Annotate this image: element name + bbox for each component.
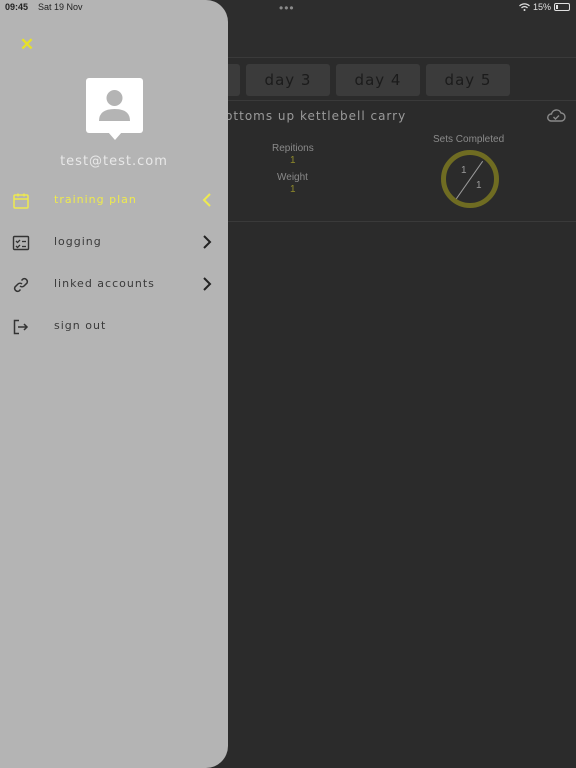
tab-day-5-label: Day 5 bbox=[444, 71, 492, 89]
exercise-title: RT BOTTOMS UP KETTLEBELL CARRY bbox=[200, 109, 407, 123]
checklist-icon bbox=[12, 235, 30, 251]
nav-item-logging[interactable]: Logging bbox=[0, 228, 228, 256]
nav-label-training-plan: Training Plan bbox=[54, 193, 137, 206]
chevron-left-icon bbox=[202, 193, 211, 207]
link-icon bbox=[13, 277, 29, 293]
cloud-check-icon[interactable] bbox=[546, 109, 566, 128]
multitasking-dots[interactable]: ••• bbox=[279, 1, 295, 15]
wifi-icon bbox=[519, 3, 530, 11]
battery-icon bbox=[554, 3, 570, 11]
avatar[interactable] bbox=[86, 78, 143, 140]
sets-total-value: 1 bbox=[476, 180, 482, 191]
close-icon[interactable]: ✕ bbox=[18, 36, 36, 54]
nav-label-sign-out: Sign Out bbox=[54, 319, 107, 332]
tab-day-4[interactable]: Day 4 bbox=[336, 64, 420, 96]
chevron-right-icon bbox=[203, 277, 212, 291]
nav-item-training-plan[interactable]: Training Plan bbox=[0, 186, 228, 214]
tab-day-5[interactable]: Day 5 bbox=[426, 64, 510, 96]
calendar-icon bbox=[13, 193, 29, 209]
side-drawer: ✕ TEST@TEST.COM Training Plan Logging bbox=[0, 0, 228, 768]
repetitions-value: 1 bbox=[290, 155, 296, 166]
sign-out-icon bbox=[13, 319, 29, 335]
tab-day-4-label: Day 4 bbox=[354, 71, 402, 89]
weight-label: Weight bbox=[277, 172, 308, 183]
status-time: 09:45 bbox=[5, 2, 29, 12]
sets-done-value: 1 bbox=[461, 165, 467, 176]
nav-item-linked-accounts[interactable]: Linked Accounts bbox=[0, 270, 228, 298]
nav-item-sign-out[interactable]: Sign Out bbox=[0, 312, 228, 340]
user-email: TEST@TEST.COM bbox=[60, 154, 168, 169]
nav-label-linked-accounts: Linked Accounts bbox=[54, 277, 155, 290]
status-date: Sat 19 Nov bbox=[38, 2, 83, 12]
repetitions-label: Repitions bbox=[272, 143, 314, 154]
tab-day-3[interactable]: Day 3 bbox=[246, 64, 330, 96]
chevron-right-icon bbox=[203, 235, 212, 249]
battery-percent: 15% bbox=[532, 2, 551, 12]
user-icon bbox=[99, 90, 130, 121]
status-bar: 09:45 Sat 19 Nov ••• 15% bbox=[0, 0, 576, 16]
sets-completed-ring[interactable]: 1 1 bbox=[441, 150, 499, 208]
nav-label-logging: Logging bbox=[54, 235, 102, 248]
tab-day-3-label: Day 3 bbox=[264, 71, 312, 89]
weight-value: 1 bbox=[290, 184, 296, 195]
sets-completed-label: Sets Completed bbox=[433, 134, 505, 145]
